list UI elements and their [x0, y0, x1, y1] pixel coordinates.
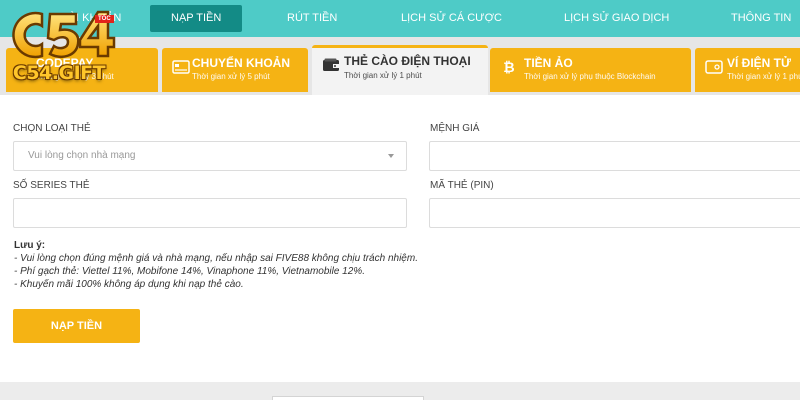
footer-box	[272, 396, 424, 400]
bitcoin-icon: ₿	[503, 60, 514, 74]
tab-e-wallet-title: Ví điện tử	[727, 56, 791, 70]
nav-item-bet-history[interactable]: Lịch sử cá cược	[401, 0, 502, 37]
tab-bank-transfer-title: Chuyển khoản	[192, 56, 291, 70]
tab-crypto-title: Tiền ảo	[524, 56, 573, 70]
speed-badge: TỐC	[95, 15, 114, 23]
svg-text:₿: ₿	[503, 60, 514, 74]
tab-crypto-subtitle: Thời gian xử lý phụ thuộc Blockchain	[524, 72, 656, 81]
tab-bank-transfer-subtitle: Thời gian xử lý 5 phút	[192, 72, 270, 81]
denomination-label: Mệnh giá	[430, 123, 480, 134]
logo-text: C54.GIFT	[12, 62, 106, 84]
tab-crypto[interactable]: ₿ Tiền ảo Thời gian xử lý phụ thuộc Bloc…	[490, 48, 691, 92]
nav-item-deposit[interactable]: Nạp tiền	[150, 5, 243, 32]
tab-e-wallet-subtitle: Thời gian xử lý 1 phút	[727, 72, 800, 81]
nav-item-withdraw[interactable]: Rút tiền	[287, 0, 337, 37]
card-type-placeholder: Vui lòng chọn nhà mạng	[28, 150, 136, 161]
site-logo[interactable]: C54.GIFT	[0, 0, 130, 92]
tab-phone-card-title: Thẻ cào điện thoại	[344, 54, 471, 68]
serial-input[interactable]	[13, 198, 407, 228]
tab-bank-transfer[interactable]: Chuyển khoản Thời gian xử lý 5 phút	[162, 48, 308, 92]
denomination-field[interactable]	[429, 141, 800, 171]
card-type-label: Chọn loại thẻ	[13, 123, 91, 134]
chevron-down-icon	[388, 154, 394, 158]
pin-input[interactable]	[429, 198, 800, 228]
notes-line: - Khuyến mãi 100% không áp dụng khi nạp …	[14, 279, 244, 290]
pin-label: Mã thẻ (PIN)	[430, 180, 494, 191]
deposit-submit-button[interactable]: Nạp tiền	[13, 309, 140, 343]
tab-e-wallet[interactable]: Ví điện tử Thời gian xử lý 1 phút	[695, 48, 800, 92]
notes-block: Lưu ý: - Vui lòng chọn đúng mệnh giá và …	[14, 239, 574, 291]
nav-item-info[interactable]: Thông tin	[731, 0, 791, 37]
notes-line: - Vui lòng chọn đúng mệnh giá và nhà mạn…	[14, 253, 418, 264]
nav-item-transaction-history[interactable]: Lịch sử giao dịch	[564, 0, 669, 37]
tab-phone-card-subtitle: Thời gian xử lý 1 phút	[344, 71, 422, 80]
serial-label: Số series thẻ	[13, 180, 90, 191]
notes-line: - Phí gạch thẻ: Viettel 11%, Mobifone 14…	[14, 266, 365, 277]
e-wallet-icon	[705, 60, 723, 74]
bank-card-icon	[172, 60, 190, 74]
card-type-select[interactable]: Vui lòng chọn nhà mạng	[13, 141, 407, 171]
notes-title: Lưu ý:	[14, 240, 46, 251]
tab-phone-card[interactable]: Thẻ cào điện thoại Thời gian xử lý 1 phú…	[312, 45, 488, 95]
wallet-card-icon	[323, 58, 339, 71]
